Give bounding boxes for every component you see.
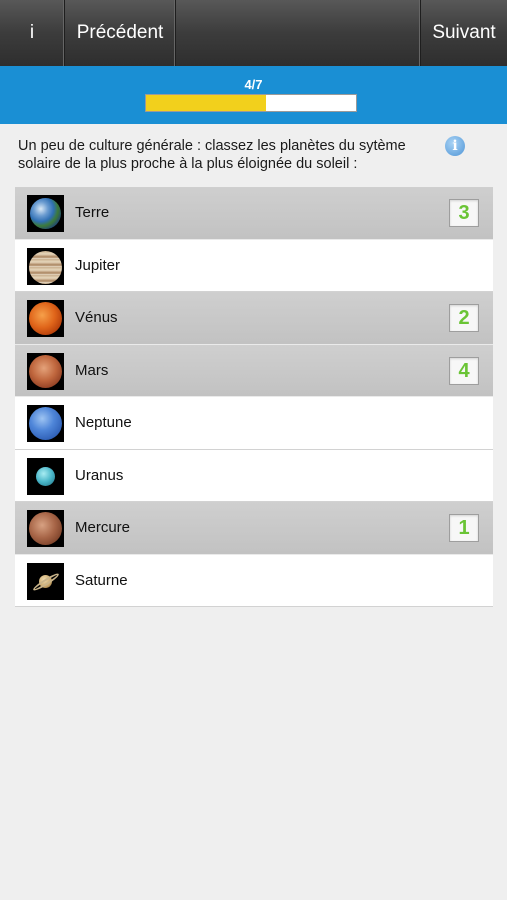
- list-item-saturn[interactable]: Saturne: [15, 554, 493, 607]
- progress-header: 4/7: [0, 66, 507, 124]
- jupiter-icon: [27, 247, 64, 285]
- mercury-icon: [27, 510, 64, 547]
- saturn-icon: [27, 562, 64, 600]
- planet-name: Vénus: [75, 309, 118, 326]
- info-icon[interactable]: i: [445, 136, 465, 156]
- planet-name: Jupiter: [75, 256, 121, 274]
- next-button[interactable]: Suivant: [421, 0, 507, 66]
- list-item-jupiter[interactable]: Jupiter: [15, 239, 493, 292]
- earth-icon: [27, 195, 64, 232]
- planet-name: Mercure: [75, 519, 131, 536]
- rank-badge: 4: [449, 356, 479, 385]
- mars-icon: [27, 352, 64, 390]
- list-item-venus[interactable]: Vénus 2: [15, 292, 493, 345]
- planet-name: Uranus: [75, 466, 124, 484]
- neptune-icon: [27, 405, 64, 442]
- progress-bar-fill: [146, 95, 266, 111]
- question-text: Un peu de culture générale : classez les…: [18, 138, 406, 172]
- planet-name: Mars: [75, 361, 109, 379]
- planet-name: Terre: [75, 204, 110, 221]
- info-button[interactable]: i: [0, 0, 65, 66]
- planet-list: Terre 3 Jupiter Vénus 2 Mars 4 Neptune U…: [15, 187, 493, 607]
- progress-bar: [145, 94, 357, 112]
- previous-button[interactable]: Précédent: [65, 0, 176, 66]
- rank-badge: 2: [449, 304, 479, 332]
- planet-name: Saturne: [75, 571, 128, 589]
- toolbar-spacer: [176, 0, 421, 66]
- rank-badge: 3: [449, 199, 479, 227]
- list-item-earth[interactable]: Terre 3: [15, 187, 493, 240]
- list-item-neptune[interactable]: Neptune: [15, 397, 493, 450]
- uranus-icon: [27, 457, 64, 495]
- list-item-uranus[interactable]: Uranus: [15, 449, 493, 502]
- progress-counter: 4/7: [244, 77, 263, 92]
- top-toolbar: i Précédent Suivant: [0, 0, 507, 66]
- rank-badge: 1: [449, 514, 479, 542]
- venus-icon: [27, 300, 64, 337]
- list-item-mars[interactable]: Mars 4: [15, 344, 493, 397]
- planet-name: Neptune: [75, 414, 132, 431]
- list-item-mercury[interactable]: Mercure 1: [15, 502, 493, 555]
